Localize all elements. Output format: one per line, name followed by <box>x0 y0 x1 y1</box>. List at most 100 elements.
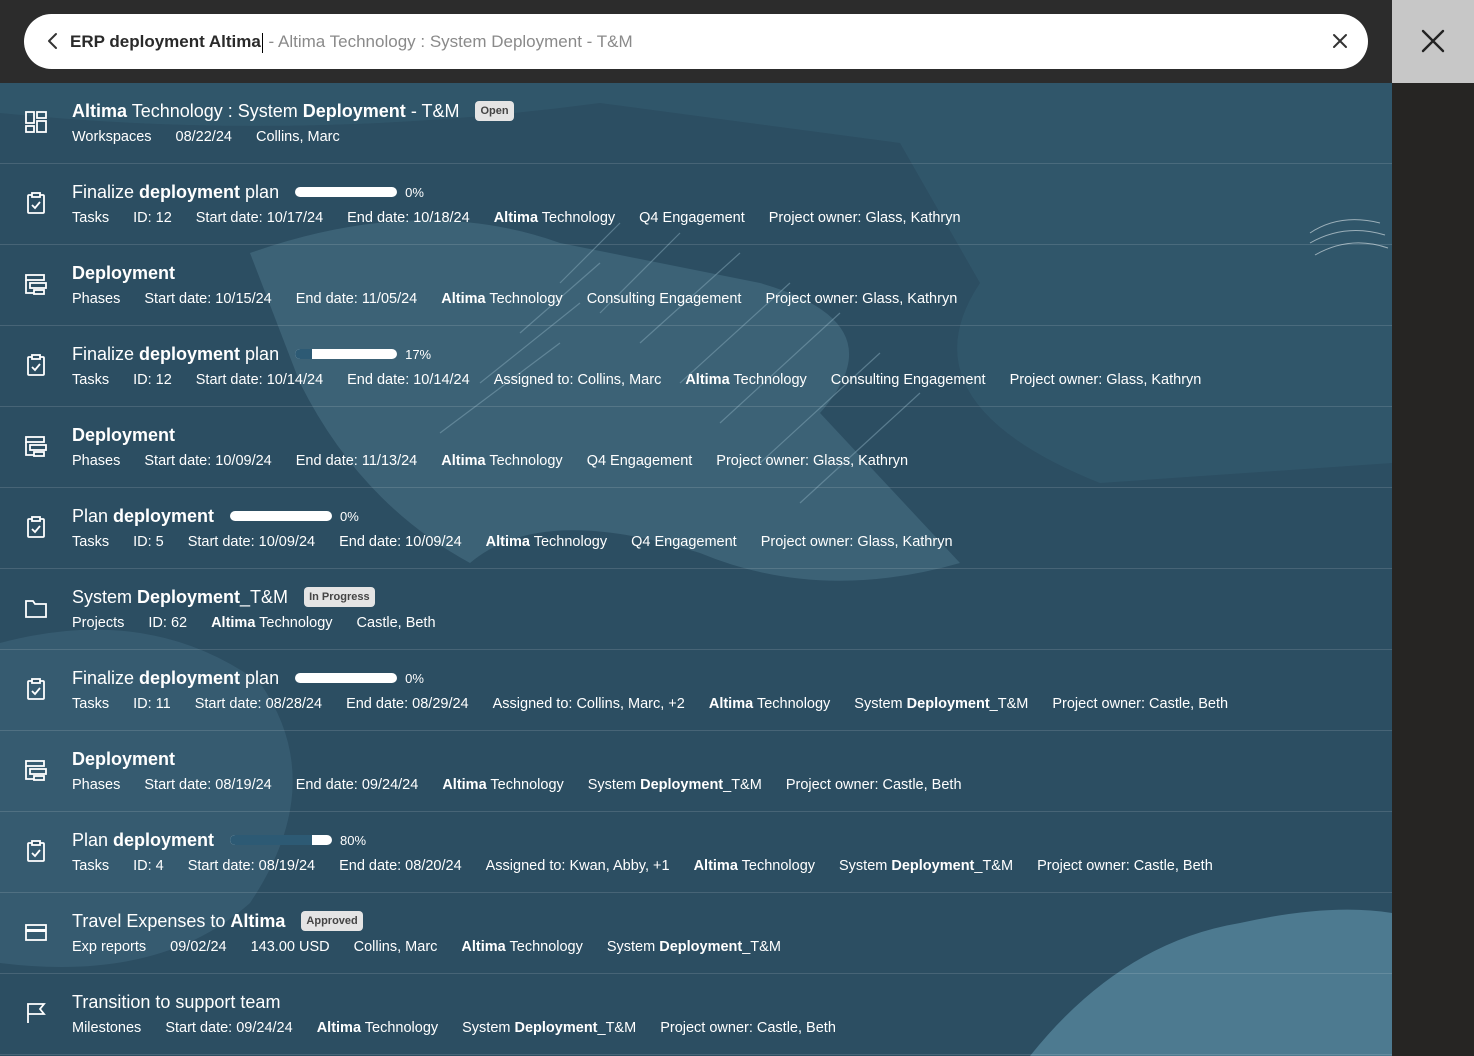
meta-field: Start date: 08/28/24 <box>195 696 322 712</box>
meta-field: Start date: 10/15/24 <box>144 291 271 307</box>
meta-text: 143.00 USD <box>250 939 330 955</box>
text-caret <box>261 32 263 53</box>
meta-field: System Deployment_T&M <box>607 939 781 955</box>
result-title-line: Travel Expenses to Altima Approved <box>72 908 363 934</box>
meta-text: Start date: 10/14/24 <box>195 372 324 388</box>
meta-text: Start date: 10/09/24 <box>187 534 316 550</box>
close-icon[interactable] <box>1328 29 1352 53</box>
meta-text: Project owner: Castle, Beth <box>1052 696 1229 712</box>
meta-text: Start date: 10/09/24 <box>144 453 272 469</box>
dashboard-icon <box>25 111 47 133</box>
meta-text: Start date: 10/15/24 <box>144 291 272 307</box>
meta-field: Tasks <box>72 210 109 226</box>
meta-field: Q4 Engagement <box>631 534 737 550</box>
meta-text: Altima <box>708 696 754 712</box>
meta-text: End date: 08/29/24 <box>346 696 469 712</box>
result-title: Plan deployment <box>72 506 214 527</box>
result-row-task[interactable]: Finalize deployment plan 0% Tasks ID: 11 Sta… <box>0 650 1392 731</box>
meta-text: Start date: 08/19/24 <box>144 777 272 793</box>
meta-text: ID: 12 <box>133 210 172 226</box>
meta-text: Technology <box>529 534 608 550</box>
folder-icon <box>25 600 47 618</box>
title-segment: Transition to support team <box>72 991 281 1012</box>
meta-field: Altima Technology <box>441 291 562 307</box>
search-query[interactable]: ERP deployment Altima - Altima Technolog… <box>70 14 633 69</box>
result-row-task[interactable]: Plan deployment 80% Tasks ID: 4 Start date: … <box>0 812 1392 893</box>
meta-field: Assigned to: Collins, Marc <box>494 372 662 388</box>
title-segment: - T&M <box>405 100 460 121</box>
clipboard-check-icon <box>27 840 45 862</box>
meta-text: Altima <box>485 534 530 550</box>
meta-field: ID: 12 <box>133 372 172 388</box>
title-segment: deployment <box>139 667 241 688</box>
progress-bar <box>295 349 398 359</box>
meta-text: Technology <box>538 210 616 226</box>
result-row-milestone[interactable]: Transition to support team Milestones Star… <box>0 974 1392 1055</box>
meta-field: Project owner: Glass, Kathryn <box>765 291 957 307</box>
meta-field: Consulting Engagement <box>587 291 742 307</box>
result-title: Finalize deployment plan <box>72 668 279 689</box>
meta-field: Start date: 08/19/24 <box>188 858 315 874</box>
result-title-line: Deployment <box>72 422 175 448</box>
meta-field: Tasks <box>72 372 109 388</box>
meta-text: ID: 11 <box>133 696 171 712</box>
meta-text: Q4 Engagement <box>586 453 693 469</box>
meta-field: Collins, Marc <box>354 939 438 955</box>
meta-text: End date: 11/13/24 <box>295 453 418 469</box>
meta-text: Technology <box>505 939 583 955</box>
meta-text: Technology <box>485 453 563 469</box>
result-meta: Tasks ID: 4 Start date: 08/19/24 End date: … <box>72 858 1237 874</box>
chevron-left-icon[interactable] <box>40 28 66 54</box>
progress-percent: 0% <box>405 670 424 686</box>
meta-text: ID: 62 <box>148 615 188 631</box>
meta-field: ID: 4 <box>133 858 164 874</box>
title-segment: Finalize <box>72 667 140 688</box>
meta-field: End date: 11/13/24 <box>296 453 417 469</box>
title-segment: Plan <box>72 505 114 526</box>
result-row-workspace[interactable]: Altima Technology : System Deployment - … <box>0 83 1392 164</box>
meta-field: Altima Technology <box>494 210 615 226</box>
meta-field: Collins, Marc <box>256 129 340 145</box>
meta-field: End date: 10/14/24 <box>347 372 470 388</box>
title-segment: Deployment <box>72 424 176 445</box>
result-title: Finalize deployment plan <box>72 182 279 203</box>
close-search-button[interactable] <box>1392 0 1474 83</box>
result-row-project[interactable]: System Deployment_T&M In Progress Projects… <box>0 569 1392 650</box>
result-row-phase[interactable]: Deployment Phases Start date: 10/09/24 End … <box>0 407 1392 488</box>
meta-text: Altima <box>685 372 730 388</box>
meta-field: System Deployment_T&M <box>854 696 1028 712</box>
result-row-expense[interactable]: Travel Expenses to Altima Approved Exp rep… <box>0 893 1392 974</box>
result-row-phase[interactable]: Deployment Phases Start date: 08/19/24 End … <box>0 731 1392 812</box>
meta-text: Q4 Engagement <box>639 210 745 226</box>
title-segment: plan <box>240 667 280 688</box>
progress-percent: 0% <box>405 184 424 200</box>
result-row-phase[interactable]: Deployment Phases Start date: 10/15/24 End … <box>0 245 1392 326</box>
meta-text: Technology <box>729 372 807 388</box>
meta-text: End date: 10/14/24 <box>347 372 470 388</box>
result-title-line: Finalize deployment plan 0% <box>72 179 424 205</box>
result-row-task[interactable]: Plan deployment 0% Tasks ID: 5 Start date: 1… <box>0 488 1392 569</box>
flag-icon <box>27 1003 46 1023</box>
meta-field: Consulting Engagement <box>831 372 986 388</box>
meta-text: Tasks <box>72 858 110 874</box>
result-row-task[interactable]: Finalize deployment plan 17% Tasks ID: 12 St… <box>0 326 1392 407</box>
title-segment: Altima <box>230 910 286 931</box>
result-row-task[interactable]: Finalize deployment plan 0% Tasks ID: 12 Sta… <box>0 164 1392 245</box>
meta-field: End date: 11/05/24 <box>296 291 417 307</box>
meta-text: End date: 11/05/24 <box>295 291 418 307</box>
meta-field: End date: 10/09/24 <box>339 534 462 550</box>
meta-text: System <box>606 939 660 955</box>
title-segment: Plan <box>72 829 114 850</box>
progress-percent: 17% <box>405 346 432 362</box>
meta-text: Deployment <box>514 1020 598 1036</box>
title-segment: deployment <box>113 829 215 850</box>
meta-text: Milestones <box>72 1020 142 1036</box>
progress-bar <box>295 187 398 197</box>
search-bar-container: ERP deployment Altima - Altima Technolog… <box>0 0 1392 83</box>
meta-field: ID: 12 <box>133 210 172 226</box>
meta-text: Altima <box>211 615 256 631</box>
search-input[interactable]: ERP deployment Altima - Altima Technolog… <box>24 14 1368 69</box>
meta-text: Technology <box>753 696 831 712</box>
result-title: Finalize deployment plan <box>72 344 279 365</box>
title-segment: plan <box>240 181 280 202</box>
